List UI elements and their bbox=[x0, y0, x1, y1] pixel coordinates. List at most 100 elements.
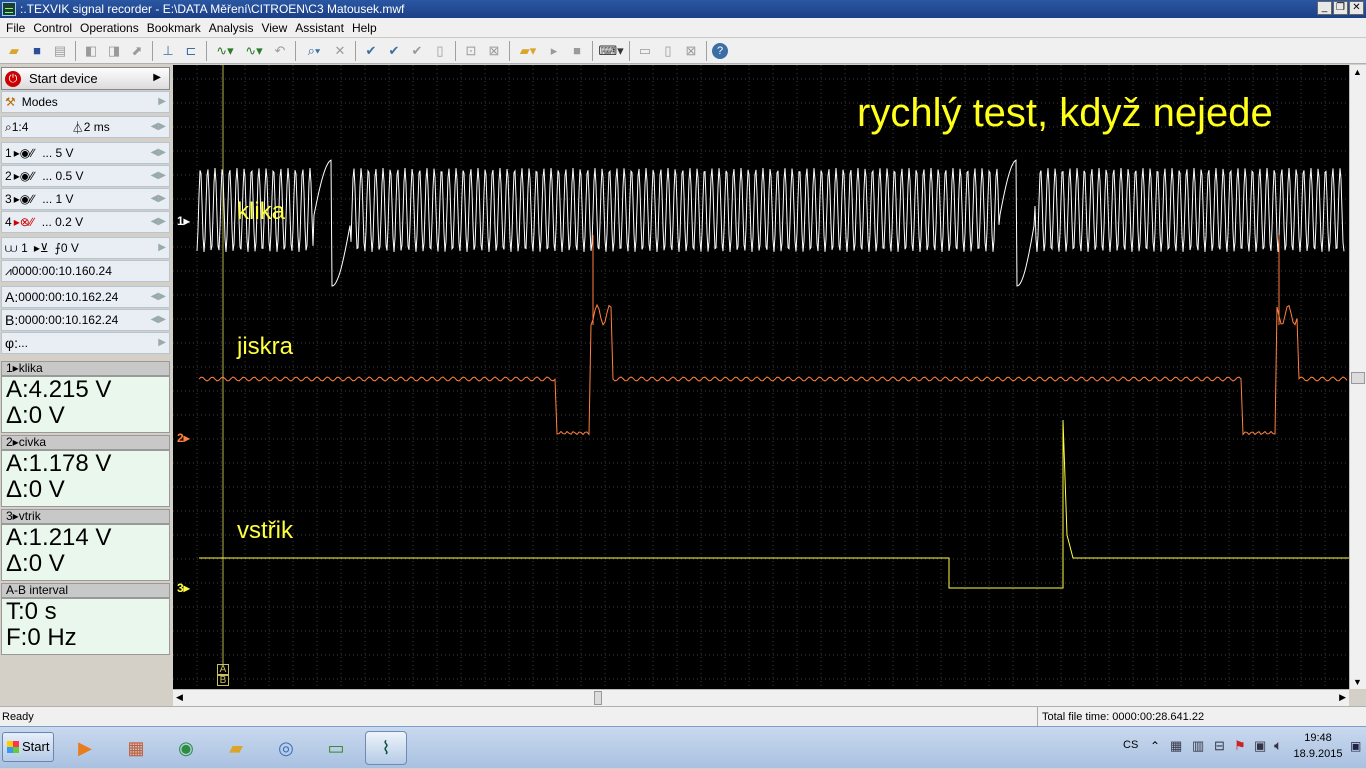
trigger-channel: 1 bbox=[21, 241, 28, 255]
scroll-up-icon[interactable]: ▲ bbox=[1353, 67, 1362, 77]
save-icon[interactable]: ■ bbox=[27, 41, 47, 61]
channel-arrow-icon: ▸◉∕∕ bbox=[13, 146, 35, 160]
texvik-taskbar-icon[interactable]: ⌇ bbox=[365, 731, 407, 765]
horizontal-scrollbar[interactable]: ◀ ▶ bbox=[173, 689, 1349, 706]
cursor-stepper-icon[interactable]: ◀▶ bbox=[151, 314, 166, 325]
help-icon[interactable]: ? bbox=[712, 42, 728, 59]
cursor-a-handle[interactable]: A bbox=[217, 664, 229, 675]
system-tray: CS ⌃ ▦ ▥ ⊟ ⚑ ▣ 🔈︎ 19:48 18.9.2015 ▣ bbox=[1118, 727, 1366, 769]
zoom-dropdown-icon[interactable]: ⌕▾ bbox=[301, 41, 327, 61]
start-button[interactable]: Start bbox=[2, 732, 54, 762]
channel-2-marker[interactable]: 2▸ bbox=[177, 431, 190, 445]
tray-app-icon[interactable]: ▦ bbox=[1170, 738, 1182, 754]
menu-view[interactable]: View bbox=[259, 21, 293, 35]
cursor-icon[interactable]: ⊥ bbox=[158, 41, 178, 61]
oscilloscope-display[interactable]: rychlý test, když nejede klika jiskra vs… bbox=[173, 65, 1349, 689]
menu-analysis[interactable]: Analysis bbox=[207, 21, 260, 35]
vertical-scrollbar[interactable]: ▲ ▼ bbox=[1349, 65, 1366, 689]
scroll-right-icon[interactable]: ▶ bbox=[1339, 692, 1346, 703]
page-icon[interactable]: ▯ bbox=[430, 41, 450, 61]
waveform-dropdown-icon[interactable]: ∿▾ bbox=[212, 41, 238, 61]
fit-icon[interactable]: ⊡ bbox=[461, 41, 481, 61]
start-device-button[interactable]: ⏻ Start device ▶ bbox=[1, 67, 170, 90]
open-dropdown-icon[interactable]: ▰▾ bbox=[515, 41, 541, 61]
trigger-time: 0000:00:10.160.24 bbox=[11, 264, 112, 278]
vertical-scroll-thumb[interactable] bbox=[1351, 372, 1365, 384]
menu-bookmark[interactable]: Bookmark bbox=[145, 21, 207, 35]
print-icon[interactable]: ▤ bbox=[50, 41, 70, 61]
chrome-icon[interactable]: ◉ bbox=[165, 731, 207, 765]
menu-bar: File Control Operations Bookmark Analysi… bbox=[0, 18, 1366, 38]
range-stepper-icon[interactable]: ◀▶ bbox=[151, 193, 166, 204]
channel-row-4[interactable]: 4 ▸⊗∕∕ ... 0.2 V ◀▶ bbox=[1, 211, 170, 233]
cursor-a-row[interactable]: A: 0000:00:10.162.24 ◀▶ bbox=[1, 286, 170, 308]
measure-icon[interactable]: ⊠ bbox=[484, 41, 504, 61]
menu-help[interactable]: Help bbox=[350, 21, 383, 35]
delete-icon[interactable]: ✕ bbox=[330, 41, 350, 61]
keyboard-dropdown-icon[interactable]: ⌨▾ bbox=[598, 41, 624, 61]
show-hidden-icon[interactable]: ⌃ bbox=[1150, 739, 1160, 753]
media-player-icon[interactable]: ▶ bbox=[64, 731, 106, 765]
zoom-timebase-row[interactable]: ⌕ 1:4 ⏃ 2 ms ◀▶ bbox=[1, 116, 170, 138]
undo-icon[interactable]: ↶ bbox=[270, 41, 290, 61]
channel-1-label: klika bbox=[237, 198, 286, 225]
trigger-icon[interactable]: ⊏ bbox=[181, 41, 201, 61]
measurement-delta: Δ:0 V bbox=[6, 402, 65, 429]
open-folder-icon[interactable]: ▰ bbox=[4, 41, 24, 61]
channel-number: 2 bbox=[5, 169, 12, 183]
scroll-left-icon[interactable]: ◀ bbox=[176, 692, 183, 703]
window-app-icon[interactable]: ▭ bbox=[315, 731, 357, 765]
close-button[interactable]: ✕ bbox=[1349, 1, 1364, 15]
clock-time[interactable]: 19:48 bbox=[1298, 732, 1338, 744]
timebase-stepper-icon[interactable]: ◀▶ bbox=[151, 121, 166, 132]
image-icon[interactable]: ▭ bbox=[635, 41, 655, 61]
phase-row[interactable]: φ: ... ▶ bbox=[1, 332, 170, 354]
check-all-icon[interactable]: ✔ bbox=[384, 41, 404, 61]
network-icon[interactable]: ▥ bbox=[1192, 738, 1204, 754]
menu-file[interactable]: File bbox=[4, 21, 31, 35]
menu-control[interactable]: Control bbox=[31, 21, 78, 35]
menu-operations[interactable]: Operations bbox=[78, 21, 145, 35]
horizontal-scroll-thumb[interactable] bbox=[594, 691, 602, 705]
channel-row-3[interactable]: 3 ▸◉∕∕ ... 1 V ◀▶ bbox=[1, 188, 170, 210]
show-desktop-icon[interactable]: ▣ bbox=[1350, 739, 1361, 753]
clear-icon[interactable]: ⊠ bbox=[681, 41, 701, 61]
scroll-down-icon[interactable]: ▼ bbox=[1353, 677, 1362, 687]
usb-icon[interactable]: ⊟ bbox=[1214, 738, 1225, 754]
cursor-b-row[interactable]: B: 0000:00:10.162.24 ◀▶ bbox=[1, 309, 170, 331]
paste-channel-icon[interactable]: ◨ bbox=[104, 41, 124, 61]
document-icon[interactable]: ▯ bbox=[658, 41, 678, 61]
waveform-canvas[interactable] bbox=[173, 65, 1349, 689]
device-icon[interactable]: ▣ bbox=[1254, 738, 1266, 754]
check-icon[interactable]: ✔ bbox=[361, 41, 381, 61]
range-stepper-icon[interactable]: ◀▶ bbox=[151, 147, 166, 158]
stop-icon[interactable]: ■ bbox=[567, 41, 587, 61]
copy-channel-icon[interactable]: ◧ bbox=[81, 41, 101, 61]
channel-row-2[interactable]: 2 ▸◉∕∕ ... 0.5 V ◀▶ bbox=[1, 165, 170, 187]
volume-icon[interactable]: 🔈︎ bbox=[1274, 737, 1282, 754]
signal-dropdown-icon[interactable]: ∿▾ bbox=[241, 41, 267, 61]
clock-date[interactable]: 18.9.2015 bbox=[1288, 748, 1348, 760]
check-down-icon[interactable]: ✔ bbox=[407, 41, 427, 61]
range-stepper-icon[interactable]: ◀▶ bbox=[151, 170, 166, 181]
channel-range: ... 0.5 V bbox=[42, 169, 84, 183]
network-app-icon[interactable]: ◎ bbox=[265, 731, 307, 765]
cursor-b-handle[interactable]: B bbox=[217, 675, 229, 686]
channel-1-marker[interactable]: 1▸ bbox=[177, 214, 190, 228]
office-app-icon[interactable]: ▦ bbox=[115, 731, 157, 765]
cursor-stepper-icon[interactable]: ◀▶ bbox=[151, 291, 166, 302]
action-center-icon[interactable]: ⚑ bbox=[1234, 738, 1246, 754]
measurement-title-2: 2▸civka bbox=[1, 435, 170, 450]
trigger-row[interactable]: ⩊ 1 ▸⊻ ⨍ 0 V ▶ bbox=[1, 237, 170, 259]
step-icon[interactable]: ▸ bbox=[544, 41, 564, 61]
minimize-button[interactable]: _ bbox=[1317, 1, 1332, 15]
range-stepper-icon[interactable]: ◀▶ bbox=[151, 216, 166, 227]
modes-button[interactable]: ⚒ Modes ▶ bbox=[1, 91, 170, 113]
language-indicator[interactable]: CS bbox=[1123, 739, 1138, 751]
menu-assistant[interactable]: Assistant bbox=[293, 21, 350, 35]
file-explorer-icon[interactable]: ▰ bbox=[215, 731, 257, 765]
channel-3-marker[interactable]: 3▸ bbox=[177, 581, 190, 595]
export-icon[interactable]: ⬈ bbox=[127, 41, 147, 61]
channel-row-1[interactable]: 1 ▸◉∕∕ ... 5 V ◀▶ bbox=[1, 142, 170, 164]
restore-button[interactable]: ❐ bbox=[1333, 1, 1348, 15]
